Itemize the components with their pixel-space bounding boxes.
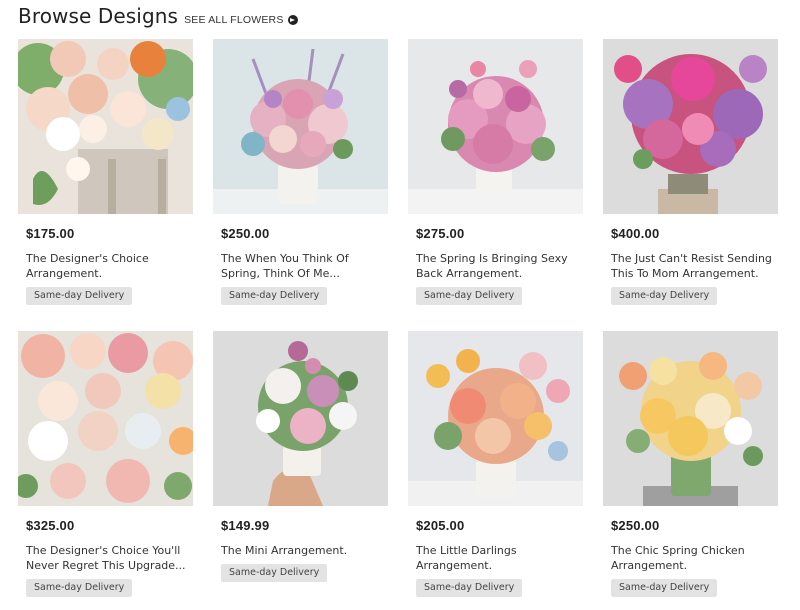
section-header: Browse Designs SEE ALL FLOWERS	[18, 4, 298, 28]
product-card[interactable]: $175.00 The Designer's Choice Arrangemen…	[18, 39, 193, 305]
product-card[interactable]: $250.00 The Chic Spring Chicken Arrangem…	[603, 331, 778, 597]
product-price: $400.00	[611, 226, 660, 241]
delivery-badge: Same-day Delivery	[221, 287, 328, 305]
page-title: Browse Designs	[18, 4, 179, 28]
product-name[interactable]: The Little Darlings Arrangement.	[416, 543, 578, 573]
delivery-badge: Same-day Delivery	[611, 287, 718, 305]
delivery-badge: Same-day Delivery	[26, 579, 133, 597]
product-image[interactable]	[408, 331, 583, 506]
delivery-badge: Same-day Delivery	[611, 579, 718, 597]
product-name[interactable]: The Designer's Choice You'll Never Regre…	[26, 543, 188, 573]
product-price: $250.00	[611, 518, 660, 533]
delivery-badge: Same-day Delivery	[221, 564, 328, 582]
delivery-badge: Same-day Delivery	[416, 579, 523, 597]
product-card[interactable]: $325.00 The Designer's Choice You'll Nev…	[18, 331, 193, 597]
product-image[interactable]	[408, 39, 583, 214]
product-card[interactable]: $250.00 The When You Think Of Spring, Th…	[213, 39, 388, 305]
product-name[interactable]: The Spring Is Bringing Sexy Back Arrange…	[416, 251, 578, 281]
product-image[interactable]	[213, 39, 388, 214]
product-image[interactable]	[18, 331, 193, 506]
see-all-label: SEE ALL FLOWERS	[184, 14, 284, 26]
product-price: $250.00	[221, 226, 270, 241]
product-card[interactable]: $205.00 The Little Darlings Arrangement.…	[408, 331, 583, 597]
product-price: $325.00	[26, 518, 75, 533]
product-image[interactable]	[18, 39, 193, 214]
see-all-flowers-link[interactable]: SEE ALL FLOWERS	[184, 14, 298, 26]
delivery-badge: Same-day Delivery	[416, 287, 523, 305]
product-name[interactable]: The Designer's Choice Arrangement.	[26, 251, 188, 281]
delivery-badge: Same-day Delivery	[26, 287, 133, 305]
product-name[interactable]: The Mini Arrangement.	[221, 543, 383, 558]
product-name[interactable]: The Just Can't Resist Sending This To Mo…	[611, 251, 773, 281]
product-image[interactable]	[603, 39, 778, 214]
product-price: $275.00	[416, 226, 465, 241]
product-card[interactable]: $149.99 The Mini Arrangement. Same-day D…	[213, 331, 388, 582]
product-card[interactable]: $275.00 The Spring Is Bringing Sexy Back…	[408, 39, 583, 305]
arrow-circle-icon	[287, 15, 298, 25]
product-image[interactable]	[213, 331, 388, 506]
product-image[interactable]	[603, 331, 778, 506]
product-name[interactable]: The When You Think Of Spring, Think Of M…	[221, 251, 383, 281]
product-name[interactable]: The Chic Spring Chicken Arrangement.	[611, 543, 773, 573]
product-card[interactable]: $400.00 The Just Can't Resist Sending Th…	[603, 39, 778, 305]
product-price: $175.00	[26, 226, 75, 241]
product-price: $205.00	[416, 518, 465, 533]
product-price: $149.99	[221, 518, 270, 533]
